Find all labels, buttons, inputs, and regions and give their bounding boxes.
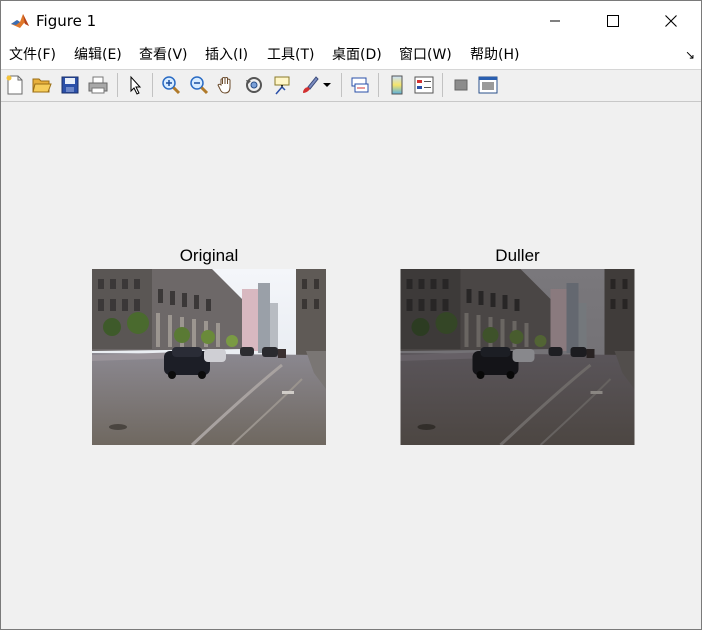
close-icon [665, 15, 677, 27]
brush-icon[interactable] [299, 74, 321, 96]
save-icon[interactable] [59, 74, 81, 96]
dock-arrow-icon[interactable]: ↘ [685, 48, 695, 62]
menu-help[interactable]: 帮助(H) [470, 46, 519, 64]
menu-tools[interactable]: 工具(T) [267, 46, 314, 64]
axes-title-duller: Duller [495, 246, 540, 265]
image-original [92, 269, 326, 445]
menu-view[interactable]: 查看(V) [139, 46, 188, 64]
close-button[interactable] [642, 1, 700, 41]
menu-insert[interactable]: 插入(I) [205, 46, 248, 64]
figure-toolbar [1, 70, 701, 102]
maximize-icon [607, 15, 619, 27]
title-bar: Figure 1 [1, 1, 701, 41]
menu-desktop[interactable]: 桌面(D) [332, 46, 382, 64]
colorbar-icon[interactable] [386, 74, 408, 96]
hide-plot-tools-icon[interactable] [450, 74, 472, 96]
toolbar-separator [152, 73, 153, 97]
toolbar-separator [117, 73, 118, 97]
open-file-icon[interactable] [31, 74, 53, 96]
menu-window[interactable]: 窗口(W) [399, 46, 452, 64]
data-cursor-icon[interactable] [271, 74, 293, 96]
menu-bar: 文件(F) 编辑(E) 查看(V) 插入(I) 工具(T) 桌面(D) 窗口(W… [1, 41, 701, 70]
show-plot-tools-icon[interactable] [477, 74, 499, 96]
maximize-button[interactable] [584, 1, 642, 41]
print-icon[interactable] [87, 74, 109, 96]
toolbar-separator [341, 73, 342, 97]
menu-file[interactable]: 文件(F) [9, 46, 56, 64]
minimize-icon [550, 20, 560, 22]
toolbar-separator [378, 73, 379, 97]
toolbar-separator [442, 73, 443, 97]
legend-icon[interactable] [413, 74, 435, 96]
pan-hand-icon[interactable] [215, 74, 237, 96]
menu-edit[interactable]: 编辑(E) [74, 46, 122, 64]
figure-window: Figure 1 文件(F) 编辑(E) 查看(V) 插入(I) 工具(T) 桌… [0, 0, 702, 630]
brush-dropdown-icon[interactable] [321, 74, 333, 96]
select-pointer-icon[interactable] [125, 74, 147, 96]
minimize-button[interactable] [526, 1, 584, 41]
figure-canvas: Original Duller [1, 102, 701, 629]
zoom-in-icon[interactable] [160, 74, 182, 96]
matlab-logo-icon [10, 11, 30, 31]
image-duller [400, 269, 635, 445]
new-figure-icon[interactable] [4, 74, 26, 96]
rotate-3d-icon[interactable] [243, 74, 265, 96]
link-plot-icon[interactable] [349, 74, 371, 96]
zoom-out-icon[interactable] [188, 74, 210, 96]
axes-title-original: Original [179, 246, 239, 265]
window-title: Figure 1 [36, 12, 97, 30]
